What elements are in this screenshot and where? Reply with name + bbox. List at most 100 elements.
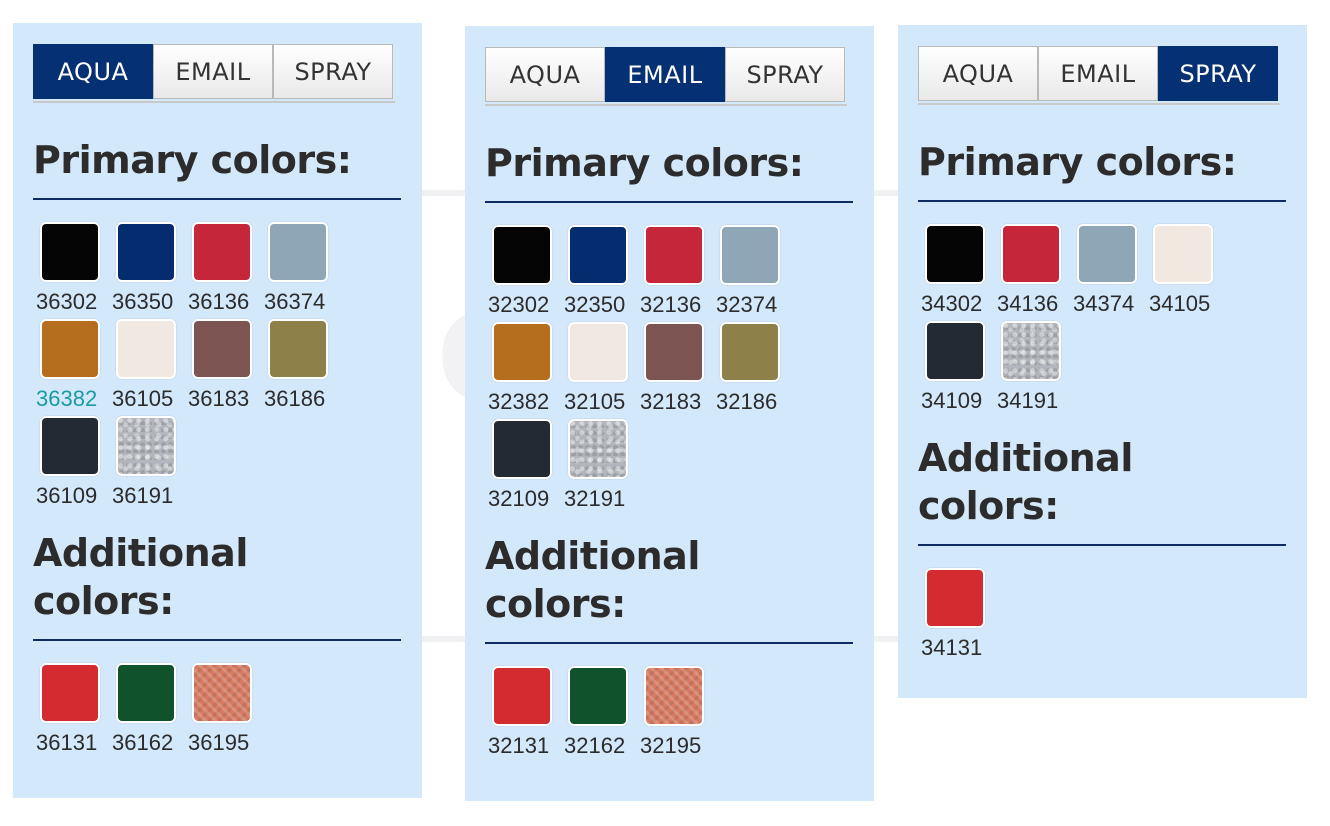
color-swatch[interactable] (116, 222, 176, 282)
color-swatch[interactable] (644, 225, 704, 285)
additional-colors-heading: Additional colors: (33, 531, 248, 623)
section-divider (918, 544, 1286, 546)
color-swatch-item[interactable]: 32183 (640, 322, 716, 415)
color-swatch-item[interactable]: 36195 (188, 663, 264, 756)
color-swatch[interactable] (925, 224, 985, 284)
color-swatch-item[interactable]: 32186 (716, 322, 792, 415)
color-code-label: 34191 (997, 388, 1059, 413)
color-swatch[interactable] (268, 222, 328, 282)
color-code-label: 32191 (564, 486, 626, 511)
color-swatch-item[interactable]: 34302 (921, 224, 997, 317)
color-code-label: 32382 (488, 389, 550, 414)
additional-color-grid: 36131 36162 36195 (36, 663, 402, 756)
tab-spray[interactable]: SPRAY (725, 47, 845, 102)
color-code-label: 32183 (640, 389, 702, 414)
color-swatch[interactable] (116, 319, 176, 379)
color-swatch-item[interactable]: 32374 (716, 225, 792, 318)
color-swatch-item[interactable]: 36191 (112, 416, 188, 509)
section-divider (33, 639, 401, 641)
color-swatch-item[interactable]: 36109 (36, 416, 112, 509)
tab-spray[interactable]: SPRAY (273, 44, 393, 99)
color-swatch-item[interactable]: 36186 (264, 319, 340, 412)
color-swatch-item[interactable]: 36350 (112, 222, 188, 315)
color-code-label: 32136 (640, 292, 702, 317)
color-swatch[interactable] (925, 568, 985, 628)
color-swatch[interactable] (492, 225, 552, 285)
color-swatch-item[interactable]: 32105 (564, 322, 640, 415)
color-swatch[interactable] (1001, 224, 1061, 284)
color-swatch[interactable] (568, 666, 628, 726)
color-code-label[interactable]: 36382 (36, 386, 97, 412)
color-swatch[interactable] (1001, 321, 1061, 381)
color-swatch[interactable] (492, 419, 552, 479)
color-swatch-item[interactable]: 34105 (1149, 224, 1225, 317)
tab-bar: AQUA EMAIL SPRAY (485, 47, 847, 106)
color-swatch-item[interactable]: 34109 (921, 321, 997, 414)
tab-email[interactable]: EMAIL (605, 47, 725, 102)
color-swatch-item[interactable]: 32382 (488, 322, 564, 415)
color-swatch[interactable] (192, 222, 252, 282)
color-swatch-item[interactable]: 32195 (640, 666, 716, 759)
tab-aqua[interactable]: AQUA (485, 47, 605, 102)
color-swatch[interactable] (1077, 224, 1137, 284)
color-code-label: 32105 (564, 389, 626, 414)
primary-color-grid: 32302 32350 32136 32374 32382 32105 32183 32186… (488, 225, 854, 512)
color-swatch-item[interactable]: 36162 (112, 663, 188, 756)
color-swatch[interactable] (116, 416, 176, 476)
color-swatch[interactable] (492, 666, 552, 726)
color-swatch[interactable] (925, 321, 985, 381)
color-swatch-item[interactable]: 32131 (488, 666, 564, 759)
color-swatch[interactable] (644, 322, 704, 382)
color-code-label: 36105 (112, 386, 174, 411)
color-swatch[interactable] (1153, 224, 1213, 284)
color-code-label: 34136 (997, 291, 1059, 316)
tab-bar: AQUA EMAIL SPRAY (33, 44, 395, 103)
color-swatch[interactable] (192, 663, 252, 723)
color-swatch[interactable] (568, 419, 628, 479)
color-swatch[interactable] (568, 322, 628, 382)
tab-spray[interactable]: SPRAY (1158, 46, 1278, 101)
color-code-label: 36136 (188, 289, 250, 314)
color-swatch[interactable] (192, 319, 252, 379)
color-code-label: 34105 (1149, 291, 1211, 316)
color-swatch-item[interactable]: 34136 (997, 224, 1073, 317)
color-swatch[interactable] (568, 225, 628, 285)
color-swatch[interactable] (720, 322, 780, 382)
color-swatch-item[interactable]: 32136 (640, 225, 716, 318)
color-swatch-item[interactable]: 36382 (36, 319, 112, 412)
tab-aqua[interactable]: AQUA (918, 46, 1038, 101)
primary-colors-heading: Primary colors: (918, 140, 1237, 184)
additional-color-grid: 34131 (921, 568, 1287, 661)
color-swatch-item[interactable]: 36136 (188, 222, 264, 315)
color-swatch-item[interactable]: 32191 (564, 419, 640, 512)
color-code-label: 32195 (640, 733, 702, 758)
color-swatch-item[interactable]: 36374 (264, 222, 340, 315)
color-swatch-item[interactable]: 34374 (1073, 224, 1149, 317)
color-swatch[interactable] (40, 319, 100, 379)
color-swatch[interactable] (40, 222, 100, 282)
section-divider (33, 198, 401, 200)
color-swatch-item[interactable]: 36302 (36, 222, 112, 315)
color-swatch[interactable] (40, 663, 100, 723)
color-swatch-item[interactable]: 32350 (564, 225, 640, 318)
tab-aqua[interactable]: AQUA (33, 44, 153, 99)
color-swatch[interactable] (40, 416, 100, 476)
color-swatch-item[interactable]: 32302 (488, 225, 564, 318)
primary-colors-heading: Primary colors: (33, 138, 352, 182)
color-swatch-item[interactable]: 36183 (188, 319, 264, 412)
color-swatch[interactable] (268, 319, 328, 379)
primary-colors-heading: Primary colors: (485, 141, 804, 185)
color-code-label: 36162 (112, 730, 174, 755)
color-swatch-item[interactable]: 34131 (921, 568, 997, 661)
color-swatch-item[interactable]: 32109 (488, 419, 564, 512)
color-swatch[interactable] (116, 663, 176, 723)
color-swatch-item[interactable]: 32162 (564, 666, 640, 759)
tab-email[interactable]: EMAIL (1038, 46, 1158, 101)
color-swatch[interactable] (492, 322, 552, 382)
color-swatch-item[interactable]: 36131 (36, 663, 112, 756)
color-swatch[interactable] (720, 225, 780, 285)
color-swatch-item[interactable]: 36105 (112, 319, 188, 412)
color-swatch-item[interactable]: 34191 (997, 321, 1073, 414)
tab-email[interactable]: EMAIL (153, 44, 273, 99)
color-swatch[interactable] (644, 666, 704, 726)
